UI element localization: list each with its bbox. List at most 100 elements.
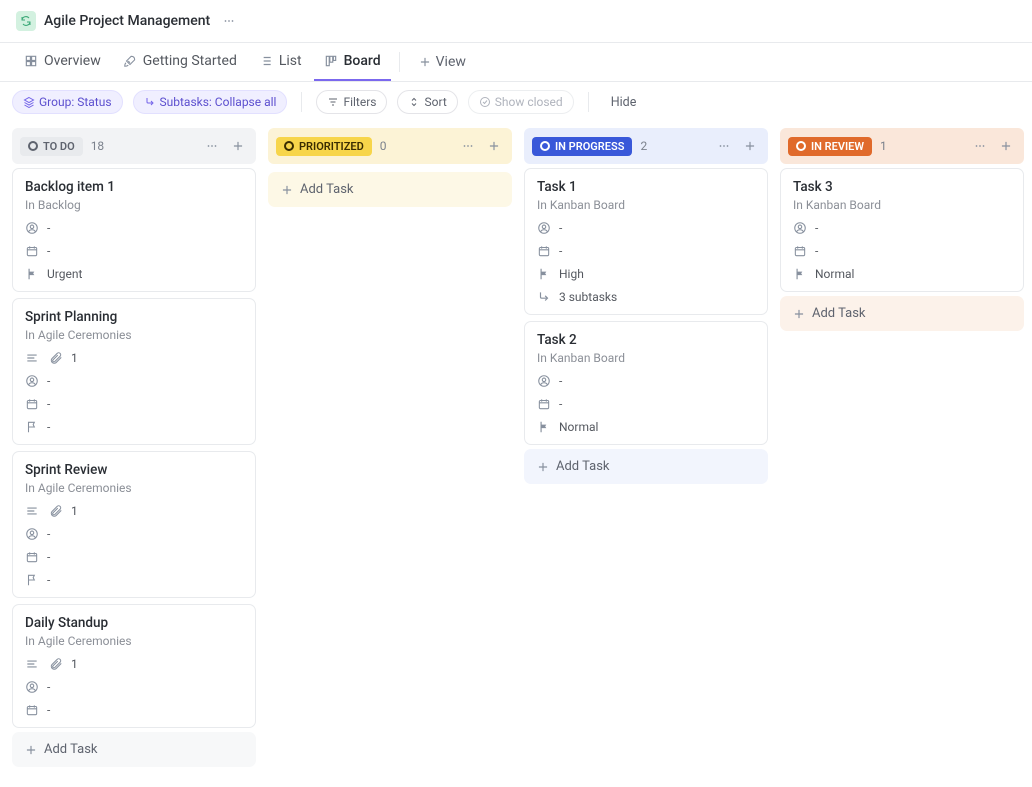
card-list: Backlog item 1 In Backlog --Urgent Sprin… [12, 168, 256, 728]
getting-icon [123, 54, 137, 68]
card-subtasks-row[interactable]: 3 subtasks [537, 290, 755, 304]
column-add-button[interactable] [228, 136, 248, 156]
filters-pill[interactable]: Filters [316, 90, 387, 114]
column-inprogress: IN PROGRESS 2 Task 1 In Kanban Board --H… [524, 128, 768, 767]
task-card[interactable]: Task 2 In Kanban Board - - Normal [524, 321, 768, 445]
flag-icon [25, 573, 39, 587]
task-card[interactable]: Task 3 In Kanban Board --Normal [780, 168, 1024, 292]
card-priority-row[interactable]: - [25, 573, 243, 587]
card-date-row[interactable]: - [25, 703, 243, 717]
column-header: IN REVIEW 1 [780, 128, 1024, 164]
add-task-button[interactable]: Add Task [780, 296, 1024, 331]
attachment-count: 1 [71, 657, 78, 671]
status-chip[interactable]: TO DO [20, 137, 83, 156]
card-date-row[interactable]: - [25, 244, 243, 258]
card-title: Backlog item 1 [25, 179, 243, 195]
tab-label: Board [344, 53, 381, 69]
card-assignee-row[interactable]: - [793, 221, 1011, 235]
calendar-icon [537, 397, 551, 411]
card-assignee-row[interactable]: - [25, 527, 243, 541]
column-add-button[interactable] [996, 136, 1016, 156]
column-more-button[interactable] [458, 136, 478, 156]
card-priority-row[interactable]: Normal [793, 267, 1011, 281]
card-date-row[interactable]: - [537, 397, 755, 411]
column-add-button[interactable] [484, 136, 504, 156]
show-closed-pill[interactable]: Show closed [468, 90, 574, 114]
filter-bar: Group: Status Subtasks: Collapse all Fil… [0, 82, 1032, 122]
list-icon [259, 54, 273, 68]
plus-icon [536, 460, 550, 474]
tab-label: Getting Started [143, 53, 237, 69]
card-priority-row[interactable]: High [537, 267, 755, 281]
project-more-button[interactable] [218, 10, 240, 32]
add-task-button[interactable]: Add Task [268, 172, 512, 207]
add-task-button[interactable]: Add Task [12, 732, 256, 767]
priority-value: Normal [559, 420, 598, 434]
calendar-icon [25, 397, 39, 411]
card-location: In Kanban Board [537, 351, 755, 365]
hide-button[interactable]: Hide [603, 91, 645, 114]
group-pill[interactable]: Group: Status [12, 90, 123, 114]
user-icon [25, 221, 39, 235]
priority-value: High [559, 267, 584, 281]
column-add-button[interactable] [740, 136, 760, 156]
date-value: - [815, 244, 818, 258]
card-priority-row[interactable]: - [25, 420, 243, 434]
task-card[interactable]: Task 1 In Kanban Board --High3 subtasks [524, 168, 768, 315]
column-prioritized: PRIORITIZED 0 Add Task [268, 128, 512, 767]
card-priority-row[interactable]: Urgent [25, 267, 243, 281]
tab-list[interactable]: List [249, 43, 312, 81]
tab-getting[interactable]: Getting Started [113, 43, 247, 81]
task-card[interactable]: Backlog item 1 In Backlog --Urgent [12, 168, 256, 292]
add-view-button[interactable]: View [408, 44, 476, 80]
card-assignee-row[interactable]: - [25, 221, 243, 235]
calendar-icon [25, 703, 39, 717]
card-title: Task 3 [793, 179, 1011, 195]
project-icon [16, 11, 36, 31]
add-task-button[interactable]: Add Task [524, 449, 768, 484]
column-inreview: IN REVIEW 1 Task 3 In Kanban Board --Nor… [780, 128, 1024, 767]
date-value: - [47, 244, 50, 258]
tab-label: Overview [44, 53, 101, 69]
card-date-row[interactable]: - [25, 397, 243, 411]
assignee-value: - [47, 221, 50, 235]
column-more-button[interactable] [202, 136, 222, 156]
column-header: PRIORITIZED 0 [268, 128, 512, 164]
card-date-row[interactable]: - [25, 550, 243, 564]
tab-board[interactable]: Board [314, 43, 391, 81]
card-location: In Agile Ceremonies [25, 634, 243, 648]
card-assignee-row[interactable]: - [537, 221, 755, 235]
card-date-row[interactable]: - [537, 244, 755, 258]
status-chip[interactable]: IN PROGRESS [532, 137, 632, 156]
description-icon [25, 504, 39, 518]
task-card[interactable]: Daily Standup In Agile Ceremonies 1-- [12, 604, 256, 728]
sort-pill[interactable]: Sort [397, 90, 457, 114]
card-title: Task 2 [537, 332, 755, 348]
plus-icon [24, 743, 38, 757]
user-icon [25, 374, 39, 388]
card-title: Sprint Review [25, 462, 243, 478]
subtasks-pill[interactable]: Subtasks: Collapse all [133, 90, 288, 114]
status-chip[interactable]: PRIORITIZED [276, 137, 372, 156]
status-chip[interactable]: IN REVIEW [788, 137, 872, 156]
card-assignee-row[interactable]: - [25, 680, 243, 694]
column-more-button[interactable] [714, 136, 734, 156]
card-assignee-row[interactable]: - [537, 374, 755, 388]
view-tabs: Overview Getting Started List Board View [0, 43, 1032, 82]
subtasks-label: Subtasks: Collapse all [160, 95, 277, 109]
card-date-row[interactable]: - [793, 244, 1011, 258]
column-count: 2 [640, 139, 647, 153]
task-card[interactable]: Sprint Review In Agile Ceremonies 1--- [12, 451, 256, 598]
tab-overview[interactable]: Overview [14, 43, 111, 81]
card-location: In Agile Ceremonies [25, 328, 243, 342]
card-assignee-row[interactable]: - [25, 374, 243, 388]
column-more-button[interactable] [970, 136, 990, 156]
task-card[interactable]: Sprint Planning In Agile Ceremonies 1--- [12, 298, 256, 445]
calendar-icon [25, 244, 39, 258]
calendar-icon [537, 244, 551, 258]
sort-label: Sort [424, 95, 446, 109]
assignee-value: - [47, 374, 50, 388]
card-priority-row[interactable]: Normal [537, 420, 755, 434]
card-list: Task 3 In Kanban Board --Normal [780, 168, 1024, 292]
board-icon [324, 54, 338, 68]
